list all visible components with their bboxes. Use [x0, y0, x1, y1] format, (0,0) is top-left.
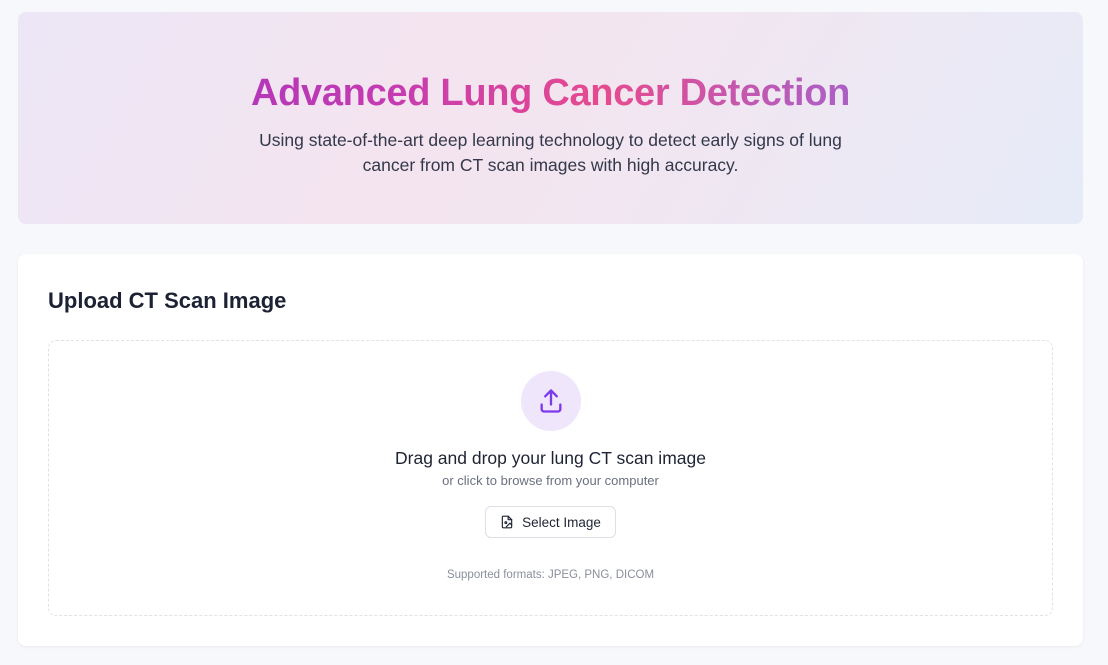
dropzone-instruction: Drag and drop your lung CT scan image [395, 448, 706, 468]
supported-formats: Supported formats: JPEG, PNG, DICOM [446, 569, 655, 581]
hero-title: Advanced Lung Cancer Detection [18, 72, 1083, 115]
upload-icon-badge [521, 371, 581, 431]
select-image-label: Select Image [522, 514, 601, 530]
file-image-icon [500, 515, 514, 529]
dropzone-hint: or click to browse from your computer [442, 473, 659, 488]
select-image-button[interactable]: Select Image [485, 506, 616, 538]
hero-banner: Advanced Lung Cancer Detection Using sta… [18, 12, 1083, 224]
upload-dropzone[interactable]: Drag and drop your lung CT scan image or… [48, 340, 1053, 616]
upload-card-title: Upload CT Scan Image [48, 288, 287, 313]
hero-subtitle: Using state-of-the-art deep learning tec… [259, 130, 842, 175]
upload-card: Upload CT Scan Image Drag and drop your … [18, 254, 1083, 646]
upload-icon [537, 387, 565, 415]
